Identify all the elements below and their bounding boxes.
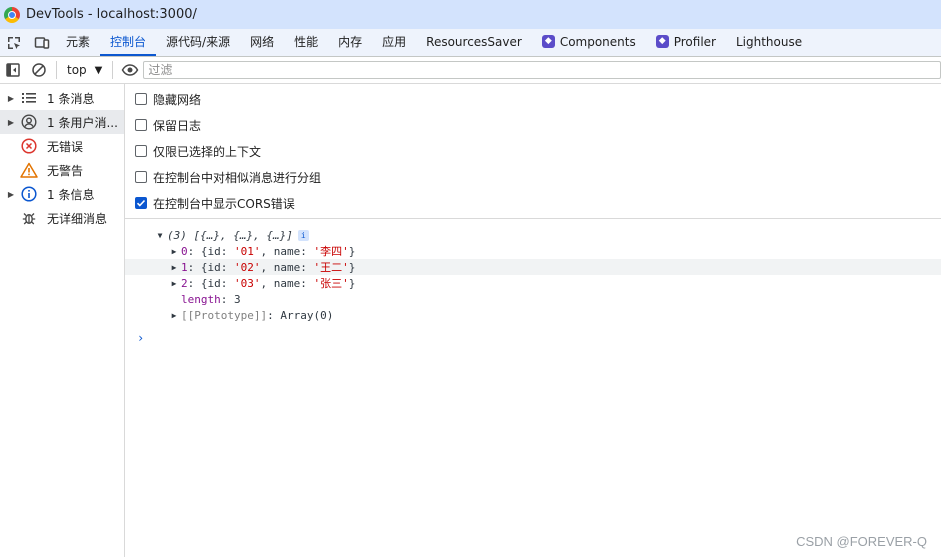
- tab-network[interactable]: 网络: [240, 29, 284, 56]
- tab-lighthouse[interactable]: Lighthouse: [726, 29, 812, 56]
- devtools-tabbar: 元素 控制台 源代码/来源 网络 性能 内存 应用 ResourcesSaver…: [0, 29, 941, 57]
- checkbox[interactable]: [135, 119, 147, 131]
- tab-memory[interactable]: 内存: [328, 29, 372, 56]
- vue-devtools-icon: ◆: [655, 35, 669, 48]
- setting-selected-context-only[interactable]: 仅限已选择的上下文: [133, 138, 941, 164]
- tab-components[interactable]: ◆ Components: [532, 29, 646, 56]
- sidebar-item-warnings[interactable]: 无警告: [0, 158, 124, 182]
- error-icon: [20, 137, 38, 155]
- array-prototype-row[interactable]: ▶ [[Prototype]]: Array(0): [125, 307, 941, 323]
- setting-show-cors-errors[interactable]: 在控制台中显示CORS错误: [133, 190, 941, 216]
- watermark: CSDN @FOREVER-Q: [796, 534, 927, 549]
- expand-arrow-icon[interactable]: ▶: [0, 118, 16, 127]
- filter-input[interactable]: [143, 61, 941, 79]
- sidebar-item-messages[interactable]: ▶ 1 条消息: [0, 86, 124, 110]
- sidebar-item-errors[interactable]: 无错误: [0, 134, 124, 158]
- sidebar-item-verbose[interactable]: 无详细消息: [0, 206, 124, 230]
- device-toolbar-icon[interactable]: [28, 29, 56, 56]
- array-summary-row[interactable]: ▼ (3) [{…}, {…}, {…}] i: [125, 227, 941, 243]
- collapse-triangle-icon[interactable]: ▶: [169, 263, 179, 272]
- live-expression-eye-icon[interactable]: [117, 57, 143, 83]
- setting-preserve-log[interactable]: 保留日志: [133, 112, 941, 138]
- vue-devtools-icon: ◆: [541, 35, 555, 48]
- list-icon: [20, 89, 38, 107]
- array-item-row[interactable]: ▶ 1: {id: '02', name: '王二'}: [125, 259, 941, 275]
- sidebar-item-info[interactable]: ▶ 1 条信息: [0, 182, 124, 206]
- tab-profiler[interactable]: ◆ Profiler: [646, 29, 726, 56]
- collapse-triangle-icon[interactable]: ▶: [169, 279, 179, 288]
- context-selector[interactable]: top ▼: [61, 59, 108, 81]
- prompt-chevron-icon: ›: [137, 331, 145, 345]
- array-length-row: length: 3: [181, 292, 241, 306]
- setting-hide-network[interactable]: 隐藏网络: [133, 86, 941, 112]
- console-settings: 隐藏网络 保留日志 仅限已选择的上下文 在控制台中对相似消息进行分组 在控制台中…: [125, 84, 941, 219]
- console-output: ▼ (3) [{…}, {…}, {…}] i ▶ 0: {id: '01', …: [125, 219, 941, 345]
- window-title: DevTools - localhost:3000/: [26, 7, 197, 22]
- expand-triangle-icon[interactable]: ▼: [155, 231, 165, 240]
- console-toolbar: top ▼: [0, 57, 941, 84]
- tab-performance[interactable]: 性能: [284, 29, 328, 56]
- tab-resources-saver[interactable]: ResourcesSaver: [416, 29, 532, 56]
- collapse-triangle-icon[interactable]: ▶: [169, 311, 179, 320]
- expand-arrow-icon[interactable]: ▶: [0, 94, 16, 103]
- checkbox[interactable]: [135, 145, 147, 157]
- setting-group-similar[interactable]: 在控制台中对相似消息进行分组: [133, 164, 941, 190]
- tab-sources[interactable]: 源代码/来源: [156, 29, 240, 56]
- tab-application[interactable]: 应用: [372, 29, 416, 56]
- collapse-triangle-icon[interactable]: ▶: [169, 247, 179, 256]
- caret-down-icon: ▼: [94, 64, 103, 76]
- checkbox[interactable]: [135, 93, 147, 105]
- chrome-logo-icon: [4, 6, 20, 23]
- user-icon: [20, 113, 38, 131]
- console-body: ▶ 1 条消息 ▶ 1 条用户消... 无错误 无警告 ▶ 1 条信息 无详细消…: [0, 84, 941, 557]
- inspect-element-icon[interactable]: [0, 29, 28, 56]
- info-badge-icon[interactable]: i: [297, 229, 309, 241]
- toolbar-divider: [112, 61, 114, 79]
- checkbox[interactable]: [135, 171, 147, 183]
- info-icon: [20, 185, 38, 203]
- console-main: 隐藏网络 保留日志 仅限已选择的上下文 在控制台中对相似消息进行分组 在控制台中…: [125, 84, 941, 557]
- clear-console-icon[interactable]: [26, 57, 52, 83]
- console-prompt[interactable]: ›: [125, 331, 941, 345]
- sidebar-toggle-icon[interactable]: [0, 57, 26, 83]
- tab-console[interactable]: 控制台: [100, 29, 157, 56]
- sidebar-item-user-messages[interactable]: ▶ 1 条用户消...: [0, 110, 124, 134]
- toolbar-divider: [56, 61, 57, 79]
- window-titlebar: DevTools - localhost:3000/: [0, 0, 941, 29]
- console-sidebar: ▶ 1 条消息 ▶ 1 条用户消... 无错误 无警告 ▶ 1 条信息 无详细消…: [0, 84, 125, 557]
- expand-arrow-icon[interactable]: ▶: [0, 190, 16, 199]
- warning-icon: [20, 161, 38, 179]
- tab-elements[interactable]: 元素: [56, 29, 100, 56]
- bug-icon: [20, 209, 38, 227]
- array-item-row[interactable]: ▶ 2: {id: '03', name: '张三'}: [125, 275, 941, 291]
- checkbox-checked[interactable]: [135, 197, 147, 209]
- array-item-row[interactable]: ▶ 0: {id: '01', name: '李四'}: [125, 243, 941, 259]
